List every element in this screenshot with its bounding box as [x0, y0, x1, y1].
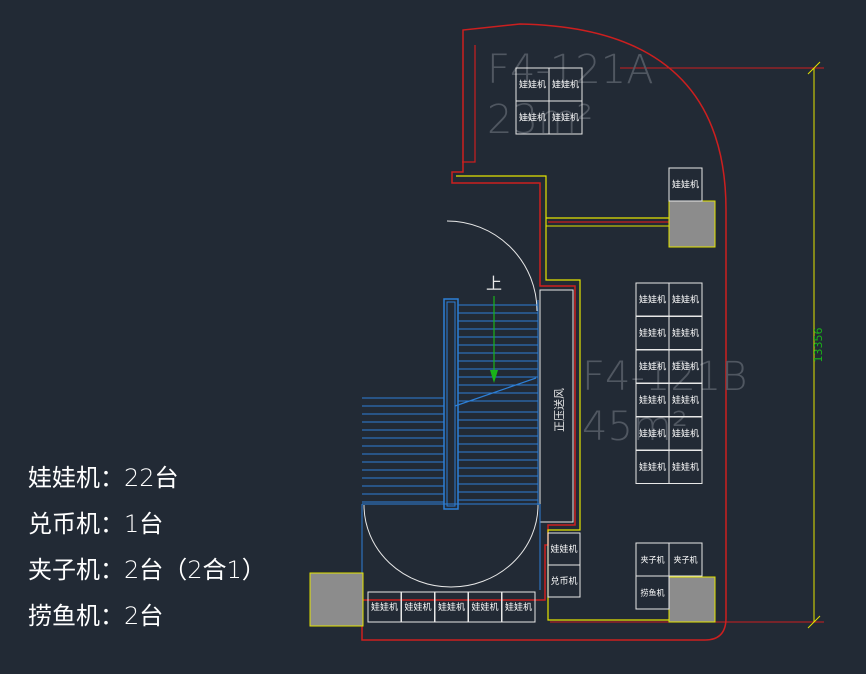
stair-handrail: [443, 298, 459, 510]
legend-clip-machines: 夹子机：2台（2合1）: [28, 556, 266, 584]
doll-machine-label: 娃娃机: [672, 394, 699, 406]
doll-machine-label: 娃娃机: [639, 327, 666, 339]
pressure-duct-label: 正压送风: [552, 388, 566, 432]
doll-machine-label: 娃娃机: [505, 601, 532, 613]
fishing-machine-label: 捞鱼机: [641, 588, 665, 598]
doll-machine-label: 娃娃机: [404, 601, 431, 613]
doll-machine-label: 娃娃机: [672, 361, 699, 373]
doll-machine-label: 娃娃机: [519, 112, 546, 124]
legend-fishing-machines: 捞鱼机：2台: [28, 602, 164, 630]
doll-machine-label: 娃娃机: [672, 461, 699, 473]
doll-machine-label: 娃娃机: [639, 461, 666, 473]
dimension-value: 13356: [812, 328, 825, 363]
fishing-machine-block: [309, 572, 364, 627]
exchange-machine-label: 兑币机: [550, 575, 577, 587]
stair-handrail-inner: [446, 301, 456, 507]
legend-doll-machines: 娃娃机：22台: [28, 464, 179, 492]
doll-machine-label: 娃娃机: [639, 361, 666, 373]
staircase: [362, 300, 539, 505]
doll-machine-label: 娃娃机: [519, 79, 546, 91]
stair-up-label: 上: [486, 274, 502, 293]
doll-machine-label: 娃娃机: [371, 601, 398, 613]
clip-machine-label: 夹子机: [674, 555, 698, 565]
doll-machine-label: 娃娃机: [672, 179, 699, 191]
doll-machine-label: 娃娃机: [552, 79, 579, 91]
inner-wall-red: [462, 45, 476, 163]
doll-machine-label: 娃娃机: [672, 428, 699, 440]
clip-machine-label: 夹子机: [641, 555, 665, 565]
doll-machine-label: 娃娃机: [471, 601, 498, 613]
doll-machine-label: 娃娃机: [552, 112, 579, 124]
legend-exchange-machines: 兑币机：1台: [28, 510, 164, 538]
doll-machine-label: 娃娃机: [672, 294, 699, 306]
door-swing-arc: [446, 220, 538, 312]
stair-break-line: [454, 377, 537, 407]
doll-machine-label: 娃娃机: [438, 601, 465, 613]
doll-machine-label: 娃娃机: [639, 294, 666, 306]
column-block: [668, 200, 716, 248]
landing-arc: [363, 504, 539, 588]
fishing-machine-block: [668, 576, 716, 623]
doll-machine-label: 娃娃机: [550, 543, 577, 555]
doll-machine-label: 娃娃机: [639, 428, 666, 440]
doll-machine-label: 娃娃机: [672, 327, 699, 339]
doll-machine-label: 娃娃机: [639, 394, 666, 406]
room-b-code: F4-121B: [582, 354, 747, 400]
room-b-area: 45m²: [582, 404, 688, 450]
